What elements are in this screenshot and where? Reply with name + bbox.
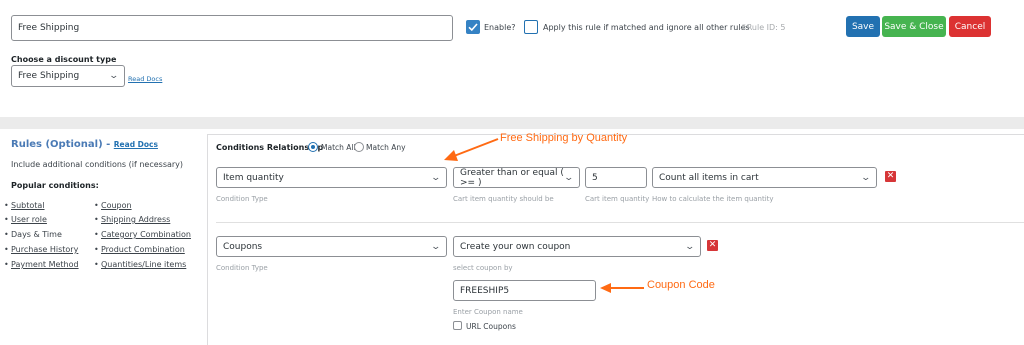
condition-link-coupon[interactable]: Coupon: [94, 201, 132, 210]
condition-link-quantities[interactable]: Quantities/Line items: [94, 260, 186, 269]
rules-title: Rules (Optional) - Read Docs: [11, 139, 158, 150]
chevron-down-icon: ⌄: [684, 241, 696, 252]
annotation-free-shipping-by-quantity: Free Shipping by Quantity: [500, 132, 628, 144]
cancel-button[interactable]: Cancel: [949, 16, 991, 37]
condition-link-product-combination[interactable]: Product Combination: [94, 245, 185, 254]
quantity-input[interactable]: 5: [585, 167, 647, 188]
enable-label: Enable?: [484, 23, 516, 32]
close-icon: ✕: [708, 240, 717, 250]
discount-type-value: Free Shipping: [18, 71, 80, 81]
chevron-down-icon: ⌄: [430, 172, 442, 183]
coupon-mode-value: Create your own coupon: [460, 241, 571, 252]
rules-subtitle: Include additional conditions (if necess…: [11, 160, 184, 169]
condition-link-purchase-history[interactable]: Purchase History: [4, 245, 78, 254]
condition-type-value: Item quantity: [223, 172, 284, 183]
coupon-code-input[interactable]: FREESHIP5: [453, 280, 596, 301]
chevron-down-icon: ⌄: [108, 71, 120, 81]
condition-type-select[interactable]: Item quantity ⌄: [216, 167, 447, 188]
apply-only-checkbox[interactable]: [524, 20, 538, 34]
remove-condition-2-button[interactable]: ✕: [707, 240, 718, 251]
row-divider: [216, 222, 1024, 223]
rules-title-text: Rules (Optional): [11, 139, 103, 150]
enable-checkbox[interactable]: [466, 20, 480, 34]
annotation-coupon-code: Coupon Code: [647, 279, 715, 291]
match-any-radio[interactable]: [354, 142, 364, 152]
coupon-condition-type-select[interactable]: Coupons ⌄: [216, 236, 447, 257]
discount-read-docs-link[interactable]: Read Docs: [128, 75, 162, 83]
condition-link-shipping-address[interactable]: Shipping Address: [94, 215, 170, 224]
condition-link-payment-method[interactable]: Payment Method: [4, 260, 79, 269]
url-coupons-checkbox[interactable]: [453, 321, 462, 330]
coupon-condition-type-value: Coupons: [223, 241, 263, 252]
rule-name-input[interactable]: Free Shipping: [11, 15, 453, 41]
rule-id-label: #Rule ID: 5: [740, 23, 786, 32]
rule-header-panel: Free Shipping Enable? Apply this rule if…: [0, 0, 1024, 117]
check-icon: [468, 23, 478, 32]
coupon-mode-select[interactable]: Create your own coupon ⌄: [453, 236, 701, 257]
coupon-mode-hint: select coupon by: [453, 264, 513, 272]
coupon-code-hint: Enter Coupon name: [453, 308, 523, 316]
apply-only-label: Apply this rule if matched and ignore al…: [543, 23, 750, 32]
count-method-select[interactable]: Count all items in cart ⌄: [652, 167, 877, 188]
match-all-radio[interactable]: [308, 142, 318, 152]
popular-conditions-heading: Popular conditions:: [11, 181, 99, 190]
chevron-down-icon: ⌄: [860, 172, 872, 183]
quantity-hint: Cart item quantity: [585, 195, 650, 203]
condition-link-category-combination[interactable]: Category Combination: [94, 230, 191, 239]
annotation-arrow-quantity: [444, 138, 499, 161]
annotation-arrow-coupon: [600, 283, 644, 293]
discount-type-heading: Choose a discount type: [11, 55, 117, 64]
quantity-operator-select[interactable]: Greater than or equal ( >= ) ⌄: [453, 167, 580, 188]
remove-condition-1-button[interactable]: ✕: [885, 171, 896, 182]
discount-type-select[interactable]: Free Shipping ⌄: [11, 65, 125, 87]
condition-type-hint: Condition Type: [216, 195, 268, 203]
chevron-down-icon: ⌄: [563, 172, 575, 183]
match-any-label: Match Any: [366, 143, 406, 152]
condition-link-user-role[interactable]: User role: [4, 215, 47, 224]
rules-title-separator: -: [106, 139, 111, 150]
quantity-operator-value: Greater than or equal ( >= ): [460, 167, 564, 188]
count-method-hint: How to calculate the item quantity: [652, 195, 774, 203]
coupon-condition-type-hint: Condition Type: [216, 264, 268, 272]
close-icon: ✕: [886, 171, 895, 181]
url-coupons-label: URL Coupons: [466, 322, 516, 331]
condition-days-time: Days & Time: [4, 230, 62, 239]
save-button[interactable]: Save: [846, 16, 880, 37]
section-separator: [0, 117, 1024, 129]
rules-read-docs-link[interactable]: Read Docs: [114, 140, 158, 149]
save-close-button[interactable]: Save & Close: [882, 16, 946, 37]
match-all-label: Match All: [321, 143, 356, 152]
count-method-value: Count all items in cart: [659, 172, 759, 183]
chevron-down-icon: ⌄: [430, 241, 442, 252]
condition-link-subtotal[interactable]: Subtotal: [4, 201, 44, 210]
quantity-operator-hint: Cart item quantity should be: [453, 195, 554, 203]
